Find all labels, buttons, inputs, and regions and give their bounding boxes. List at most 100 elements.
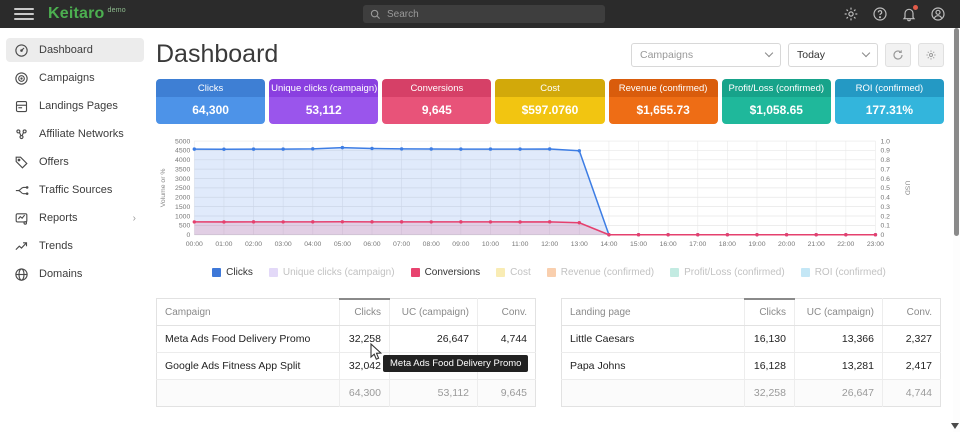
report-chart-icon — [14, 211, 29, 226]
settings-gear-icon[interactable] — [843, 6, 859, 22]
legend-swatch — [496, 268, 505, 277]
notifications-bell-icon[interactable] — [901, 6, 917, 22]
column-header-landing-page[interactable]: Landing page — [562, 299, 745, 326]
user-profile-icon[interactable] — [930, 6, 946, 22]
menu-toggle-icon[interactable] — [14, 8, 34, 20]
clicks-value: 16,128 — [745, 352, 795, 379]
notification-dot — [913, 5, 918, 10]
metric-card-profit-loss[interactable]: Profit/Loss (confirmed) $1,058.65 — [722, 79, 831, 124]
svg-text:17:00: 17:00 — [689, 241, 706, 248]
column-header-uc[interactable]: UC (campaign) — [390, 299, 478, 326]
svg-text:2500: 2500 — [175, 185, 190, 192]
svg-text:0.4: 0.4 — [880, 195, 890, 202]
legend-item[interactable]: Profit/Loss (confirmed) — [670, 267, 785, 278]
campaigns-filter-select[interactable]: Campaigns — [631, 43, 781, 67]
column-header-campaign[interactable]: Campaign — [157, 299, 340, 326]
sidebar-item-affiliate-networks[interactable]: Affiliate Networks — [6, 122, 144, 146]
table-row[interactable]: Papa Johns 16,128 13,281 2,417 — [562, 352, 941, 379]
landing-page-name[interactable]: Papa Johns — [562, 352, 745, 379]
legend-item[interactable]: Cost — [496, 267, 531, 278]
metric-card-conversions[interactable]: Conversions 9,645 — [382, 79, 491, 124]
svg-text:0.8: 0.8 — [880, 157, 890, 164]
metric-card-revenue[interactable]: Revenue (confirmed) $1,655.73 — [609, 79, 718, 124]
global-search[interactable] — [363, 5, 605, 23]
search-input[interactable] — [387, 9, 598, 20]
metric-card-roi[interactable]: ROI (confirmed) 177.31% — [835, 79, 944, 124]
metric-value: 64,300 — [156, 97, 265, 124]
search-icon — [370, 9, 381, 20]
metric-label: Cost — [495, 79, 604, 97]
svg-text:Volume or %: Volume or % — [160, 168, 167, 207]
svg-text:22:00: 22:00 — [837, 241, 854, 248]
uc-total: 26,647 — [795, 379, 883, 406]
sidebar-item-trends[interactable]: Trends — [6, 234, 144, 258]
sidebar-item-landings-pages[interactable]: Landings Pages — [6, 94, 144, 118]
column-header-conv[interactable]: Conv. — [883, 299, 941, 326]
dashboard-settings-button[interactable] — [918, 43, 944, 67]
legend-item[interactable]: Revenue (confirmed) — [547, 267, 654, 278]
metric-label: Revenue (confirmed) — [609, 79, 718, 97]
scrollbar-thumb[interactable] — [954, 28, 959, 236]
table-row[interactable]: Little Caesars 16,130 13,366 2,327 — [562, 325, 941, 352]
svg-text:0.2: 0.2 — [880, 213, 890, 220]
column-header-clicks[interactable]: Clicks — [745, 299, 795, 326]
metric-card-clicks[interactable]: Clicks 64,300 — [156, 79, 265, 124]
landing-page-name[interactable]: Little Caesars — [562, 325, 745, 352]
campaigns-filter-value: Campaigns — [640, 49, 693, 61]
svg-text:1500: 1500 — [175, 204, 190, 211]
svg-text:0.3: 0.3 — [880, 204, 890, 211]
table-row[interactable]: Meta Ads Food Delivery Promo 32,258 26,6… — [157, 325, 536, 352]
svg-text:3000: 3000 — [175, 176, 190, 183]
legend-swatch — [547, 268, 556, 277]
app-logo[interactable]: Keitarodemo — [48, 5, 126, 23]
column-header-uc[interactable]: UC (campaign) — [795, 299, 883, 326]
dashboard-chart[interactable]: 0500100015002000250030003500400045005000… — [152, 124, 946, 261]
sidebar-item-traffic-sources[interactable]: Traffic Sources — [6, 178, 144, 202]
chart-canvas[interactable]: 0500100015002000250030003500400045005000… — [156, 134, 946, 261]
metric-card-unique-clicks[interactable]: Unique clicks (campaign) 53,112 — [269, 79, 378, 124]
conv-total: 9,645 — [478, 379, 536, 406]
logo-demo-badge: demo — [108, 7, 126, 14]
gear-icon — [925, 49, 937, 61]
landing-pages-table: Landing page Clicks UC (campaign) Conv. … — [561, 298, 941, 407]
conv-total: 4,744 — [883, 379, 941, 406]
scroll-down-arrow-icon[interactable] — [951, 423, 959, 429]
legend-swatch — [411, 268, 420, 277]
legend-item[interactable]: Clicks — [212, 267, 253, 278]
conv-value: 4,744 — [478, 325, 536, 352]
target-icon — [14, 71, 29, 86]
svg-text:02:00: 02:00 — [245, 241, 262, 248]
page-scrollbar[interactable] — [953, 28, 960, 432]
svg-text:0.9: 0.9 — [880, 148, 890, 155]
svg-text:3500: 3500 — [175, 166, 190, 173]
sidebar-item-offers[interactable]: Offers — [6, 150, 144, 174]
sidebar-item-reports[interactable]: Reports › — [6, 206, 144, 230]
campaign-name[interactable]: Meta Ads Food Delivery Promo — [157, 325, 340, 352]
metric-card-cost[interactable]: Cost $597.0760 — [495, 79, 604, 124]
metric-label: Profit/Loss (confirmed) — [722, 79, 831, 97]
pages-icon — [14, 99, 29, 114]
sidebar-item-dashboard[interactable]: Dashboard — [6, 38, 144, 62]
sidebar-item-domains[interactable]: Domains — [6, 262, 144, 286]
sidebar-item-label: Dashboard — [39, 44, 93, 56]
legend-item[interactable]: Unique clicks (campaign) — [269, 267, 395, 278]
svg-text:15:00: 15:00 — [630, 241, 647, 248]
svg-text:14:00: 14:00 — [600, 241, 617, 248]
svg-text:2000: 2000 — [175, 195, 190, 202]
svg-text:11:00: 11:00 — [512, 241, 529, 248]
svg-text:19:00: 19:00 — [748, 241, 765, 248]
svg-text:1000: 1000 — [175, 213, 190, 220]
legend-swatch — [801, 268, 810, 277]
campaign-name[interactable]: Google Ads Fitness App Split — [157, 352, 340, 379]
submenu-chevron-icon: › — [133, 213, 136, 224]
legend-item[interactable]: ROI (confirmed) — [801, 267, 886, 278]
sidebar-item-campaigns[interactable]: Campaigns — [6, 66, 144, 90]
date-range-select[interactable]: Today — [788, 43, 878, 67]
chart-legend: Clicks Unique clicks (campaign) Conversion… — [152, 261, 946, 280]
help-icon[interactable] — [872, 6, 888, 22]
legend-item[interactable]: Conversions — [411, 267, 481, 278]
column-header-clicks[interactable]: Clicks — [340, 299, 390, 326]
column-header-conv[interactable]: Conv. — [478, 299, 536, 326]
refresh-button[interactable] — [885, 43, 911, 67]
svg-text:4500: 4500 — [175, 148, 190, 155]
